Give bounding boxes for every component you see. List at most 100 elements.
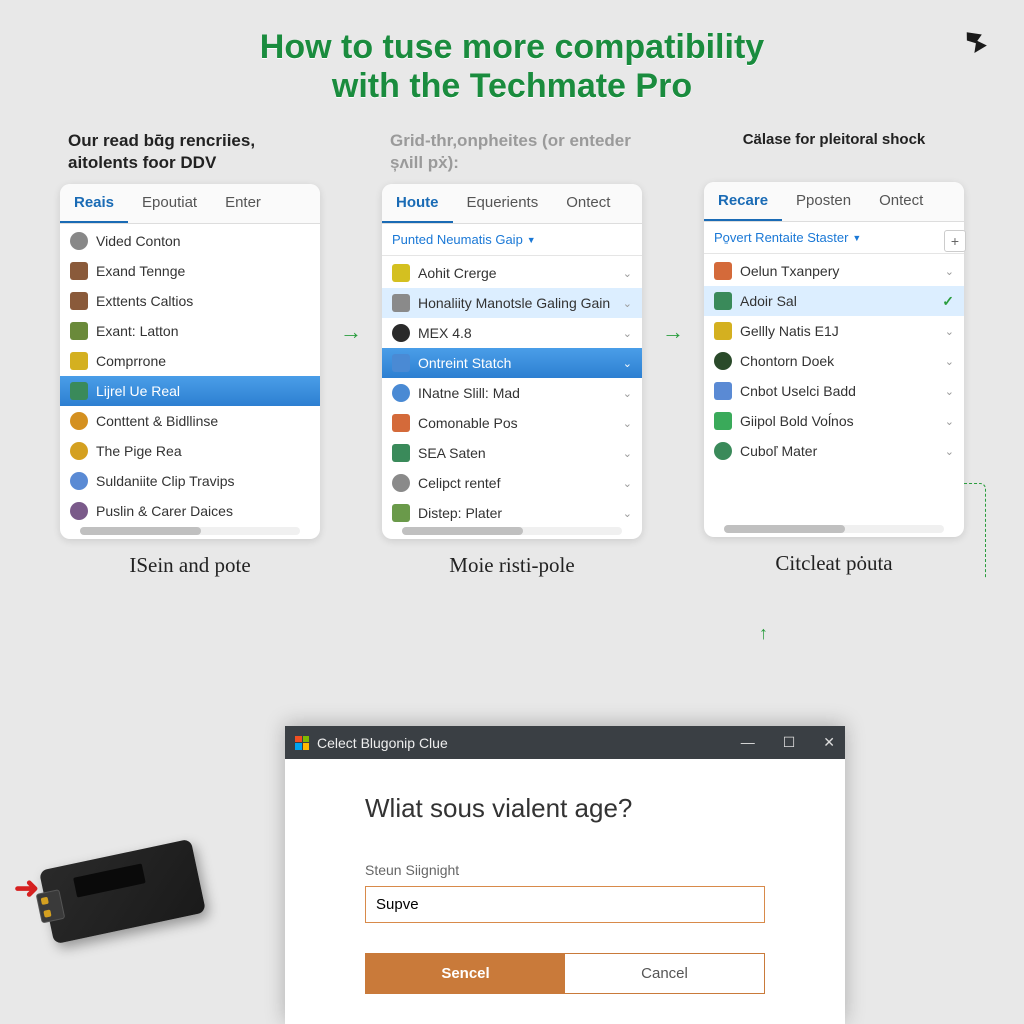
scrollbar[interactable]: [402, 527, 622, 535]
list-item[interactable]: Lijrel Ue Real: [60, 376, 320, 406]
list-item[interactable]: SEA Saten⌄: [382, 438, 642, 468]
panel-heading: Grid-thr,onpheites (or enteder șʌill pẋ)…: [382, 126, 642, 184]
list-item[interactable]: Oelun Txanpery⌄: [704, 256, 964, 286]
chevron-down-icon: ⌄: [623, 477, 632, 490]
list-item[interactable]: Comonable Pos⌄: [382, 408, 642, 438]
list-item[interactable]: Exant: Latton: [60, 316, 320, 346]
dialog-text-input[interactable]: [365, 886, 765, 923]
tab-houte[interactable]: Houte: [382, 184, 453, 223]
list-item[interactable]: Cuboľ Mater ⌄: [704, 436, 964, 466]
list-item[interactable]: Chontorn Doek⌄: [704, 346, 964, 376]
tab-pposten[interactable]: Pposten: [782, 182, 865, 221]
cancel-button[interactable]: Cancel: [565, 954, 764, 993]
page-title: How to tuse more compatibilitywith the T…: [0, 0, 1024, 116]
list-item[interactable]: Aohit Crerge⌄: [382, 258, 642, 288]
tab-epoutiat[interactable]: Epoutiat: [128, 184, 211, 223]
list-item[interactable]: Celipct rentef⌄: [382, 468, 642, 498]
arrow-up-icon: ↑: [759, 623, 768, 644]
item-list[interactable]: Vided Conton Exand Tennge Exttents Caltios…: [60, 224, 320, 523]
square-icon: [392, 414, 410, 432]
list-item-label: Exand Tennge: [96, 263, 185, 279]
chevron-down-icon: ⌄: [623, 297, 632, 310]
star-icon: [70, 412, 88, 430]
list-item[interactable]: Giipol Bold Voĺnos ⌄: [704, 406, 964, 436]
windows-icon: [295, 736, 309, 750]
square-icon: [392, 444, 410, 462]
check-icon: ✓: [942, 293, 954, 310]
scrollbar[interactable]: [724, 525, 944, 533]
list-item[interactable]: Ontreint Statch ⌄: [382, 348, 642, 378]
chevron-down-icon: ⌄: [623, 357, 632, 370]
list-item-label: MEX 4.8: [418, 325, 472, 341]
list-item-label: Lijrel Ue Real: [96, 383, 180, 399]
square-icon: [70, 292, 88, 310]
dialog-titlebar[interactable]: Celect Blugonip Clue — ☐ ✕: [285, 726, 845, 759]
dialog-title: Celect Blugonip Clue: [317, 735, 448, 751]
list-item[interactable]: Distep: Plater⌄: [382, 498, 642, 523]
square-icon: [70, 322, 88, 340]
list-item-label: Comprrone: [96, 353, 166, 369]
scrollbar[interactable]: [80, 527, 300, 535]
list-item[interactable]: MEX 4.8 ⌄: [382, 318, 642, 348]
tab-recare[interactable]: Recare: [704, 182, 782, 221]
list-item-label: Chontorn Doek: [740, 353, 834, 369]
device-illustration: [39, 839, 206, 945]
tab-enter[interactable]: Enter: [211, 184, 275, 223]
arrow-right-icon: →: [340, 319, 362, 345]
list-item[interactable]: Adoir Sal✓: [704, 286, 964, 316]
list-item-label: Distep: Plater: [418, 505, 502, 521]
list-item[interactable]: The Pige Rea: [60, 436, 320, 466]
chevron-down-icon: ⌄: [945, 445, 954, 458]
globe-icon: [714, 352, 732, 370]
minimize-button[interactable]: —: [741, 734, 755, 751]
list-item[interactable]: Gellly Natis E1J⌄: [704, 316, 964, 346]
tab-equerients[interactable]: Equerients: [453, 184, 553, 223]
chevron-down-icon: ⌄: [623, 417, 632, 430]
chevron-down-icon: ⌄: [945, 415, 954, 428]
list-item[interactable]: Vided Conton: [60, 226, 320, 256]
panel: ReaisEpoutiatEnter Vided Conton Exand Tenn…: [60, 184, 320, 539]
tab-ontect[interactable]: Ontect: [552, 184, 624, 223]
list-item-label: Ontreint Statch: [418, 355, 511, 371]
list-item-label: Suldaniite Clip Travips: [96, 473, 235, 489]
list-item[interactable]: Puslin & Carer Daices: [60, 496, 320, 523]
panel-caption: ISein and pote: [60, 553, 320, 578]
list-item-label: Exant: Latton: [96, 323, 179, 339]
item-list[interactable]: Oelun Txanpery⌄Adoir Sal✓Gellly Natis E1…: [704, 254, 964, 521]
globe-icon: [392, 384, 410, 402]
square-icon: [714, 412, 732, 430]
tab-reais[interactable]: Reais: [60, 184, 128, 223]
list-item-label: Conttent & Bidllinse: [96, 413, 218, 429]
panel-caption: Citcleat pȯuta: [704, 551, 964, 576]
list-item-label: Cnbot Uselci Badd: [740, 383, 856, 399]
item-list[interactable]: Aohit Crerge⌄Honaliity Manotsle Galing G…: [382, 256, 642, 523]
panel-heading: Cälase for pleitoral shock: [704, 126, 964, 182]
list-item-label: Giipol Bold Voĺnos: [740, 413, 854, 429]
dropdown-selector[interactable]: Punted Neumatis Gaip▼: [382, 224, 642, 256]
panel: RecarePpostenOntectPo̱vert Rentaite Stas…: [704, 182, 964, 537]
chevron-down-icon: ⌄: [623, 327, 632, 340]
panel: HouteEquerientsOntectPunted Neumatis Gai…: [382, 184, 642, 539]
close-button[interactable]: ✕: [823, 734, 835, 751]
globe-icon: [70, 502, 88, 520]
list-item[interactable]: Conttent & Bidllinse: [60, 406, 320, 436]
square-icon: [714, 382, 732, 400]
add-button[interactable]: +: [944, 230, 966, 252]
list-item[interactable]: Cnbot Uselci Badd⌄: [704, 376, 964, 406]
list-item-label: Vided Conton: [96, 233, 181, 249]
list-item[interactable]: Comprrone: [60, 346, 320, 376]
list-item[interactable]: Suldaniite Clip Travips: [60, 466, 320, 496]
tab-ontect[interactable]: Ontect: [865, 182, 937, 221]
chevron-down-icon: ⌄: [623, 267, 632, 280]
list-item[interactable]: Exand Tennge: [60, 256, 320, 286]
list-item-label: Cuboľ Mater: [740, 443, 817, 459]
dialog-window: Celect Blugonip Clue — ☐ ✕ Wliat sous vi…: [285, 726, 845, 1024]
list-item[interactable]: Exttents Caltios: [60, 286, 320, 316]
dropdown-selector[interactable]: Po̱vert Rentaite Staster▼: [704, 222, 964, 254]
maximize-button[interactable]: ☐: [783, 734, 796, 751]
list-item[interactable]: INatne Slill: Mad⌄: [382, 378, 642, 408]
list-item[interactable]: Honaliity Manotsle Galing Gain⌄: [382, 288, 642, 318]
dialog-question: Wliat sous vialent age?: [365, 793, 765, 824]
globe-icon: [392, 324, 410, 342]
submit-button[interactable]: Sencel: [366, 954, 565, 993]
